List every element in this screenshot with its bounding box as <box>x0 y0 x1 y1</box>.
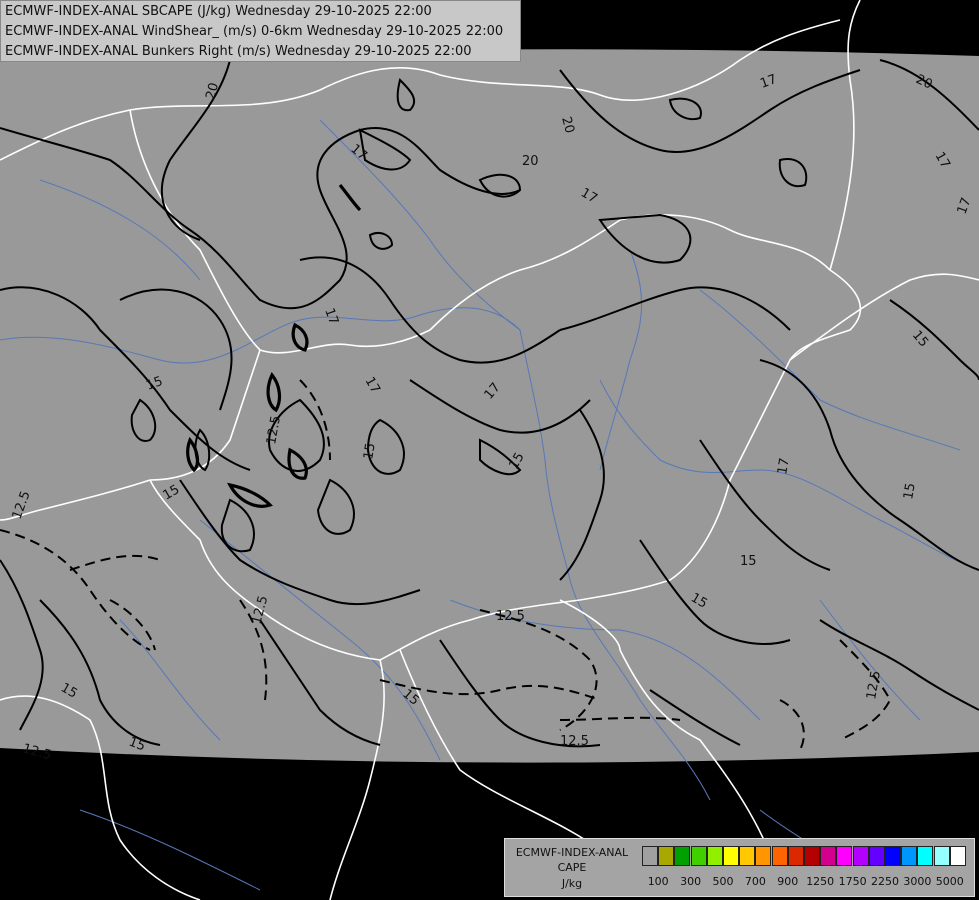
legend-swatch <box>723 846 739 866</box>
legend-tick-label: 5000 <box>935 875 964 888</box>
legend-field-label: CAPE <box>557 861 587 874</box>
title-box: ECMWF-INDEX-ANAL SBCAPE (J/kg) Wednesday… <box>0 0 521 62</box>
cape-legend: ECMWF-INDEX-ANAL CAPE J/kg 100 300 500 700 9… <box>504 838 975 897</box>
legend-swatch <box>836 846 853 866</box>
legend-tick-label: 2250 <box>871 875 899 888</box>
legend-swatch <box>755 846 772 866</box>
legend-swatch <box>868 846 885 866</box>
contour-label: 15 <box>901 482 919 501</box>
legend-swatch <box>706 846 723 866</box>
legend-swatch <box>804 846 820 866</box>
legend-swatch <box>885 846 901 866</box>
legend-tick-label: 1250 <box>806 875 835 888</box>
legend-swatch <box>852 846 869 866</box>
legend-swatch <box>917 846 934 866</box>
legend-unit-label: J/kg <box>561 877 583 890</box>
legend-swatch <box>642 846 658 866</box>
title-windshear: ECMWF-INDEX-ANAL WindShear_ (m/s) 0-6km … <box>5 24 504 39</box>
contour-label: 20 <box>522 154 539 169</box>
legend-swatch <box>933 846 950 866</box>
title-cape: ECMWF-INDEX-ANAL SBCAPE (J/kg) Wednesday… <box>5 4 432 19</box>
legend-swatch <box>949 846 966 866</box>
legend-swatch <box>658 846 675 866</box>
contour-label: 15 <box>361 442 379 461</box>
legend-tick-label: 100 <box>647 875 669 888</box>
weather-map: 20 20 20 20 17 17 17 17 17 17 17 17 15 1… <box>0 0 979 900</box>
legend-swatch <box>674 846 691 866</box>
legend-tick-label: 3000 <box>903 875 932 888</box>
contour-label: 12.5 <box>560 734 589 749</box>
legend-swatch <box>787 846 804 866</box>
legend-tick-label: 300 <box>680 875 702 888</box>
legend-swatch <box>690 846 707 866</box>
legend-tick-label: 700 <box>744 875 766 888</box>
legend-swatch <box>739 846 756 866</box>
legend-model-label: ECMWF-INDEX-ANAL <box>515 846 629 859</box>
legend-swatch <box>771 846 788 866</box>
legend-swatch <box>820 846 837 866</box>
title-bunkers: ECMWF-INDEX-ANAL Bunkers Right (m/s) Wed… <box>5 44 472 59</box>
legend-tick-label: 500 <box>712 875 734 888</box>
legend-swatch <box>901 846 918 866</box>
legend-tick-label: 1750 <box>838 875 867 888</box>
contour-label: 12.5 <box>496 609 525 624</box>
contour-label: 15 <box>740 554 757 569</box>
legend-tick-label: 900 <box>777 875 799 888</box>
contour-label: 17 <box>775 457 793 476</box>
